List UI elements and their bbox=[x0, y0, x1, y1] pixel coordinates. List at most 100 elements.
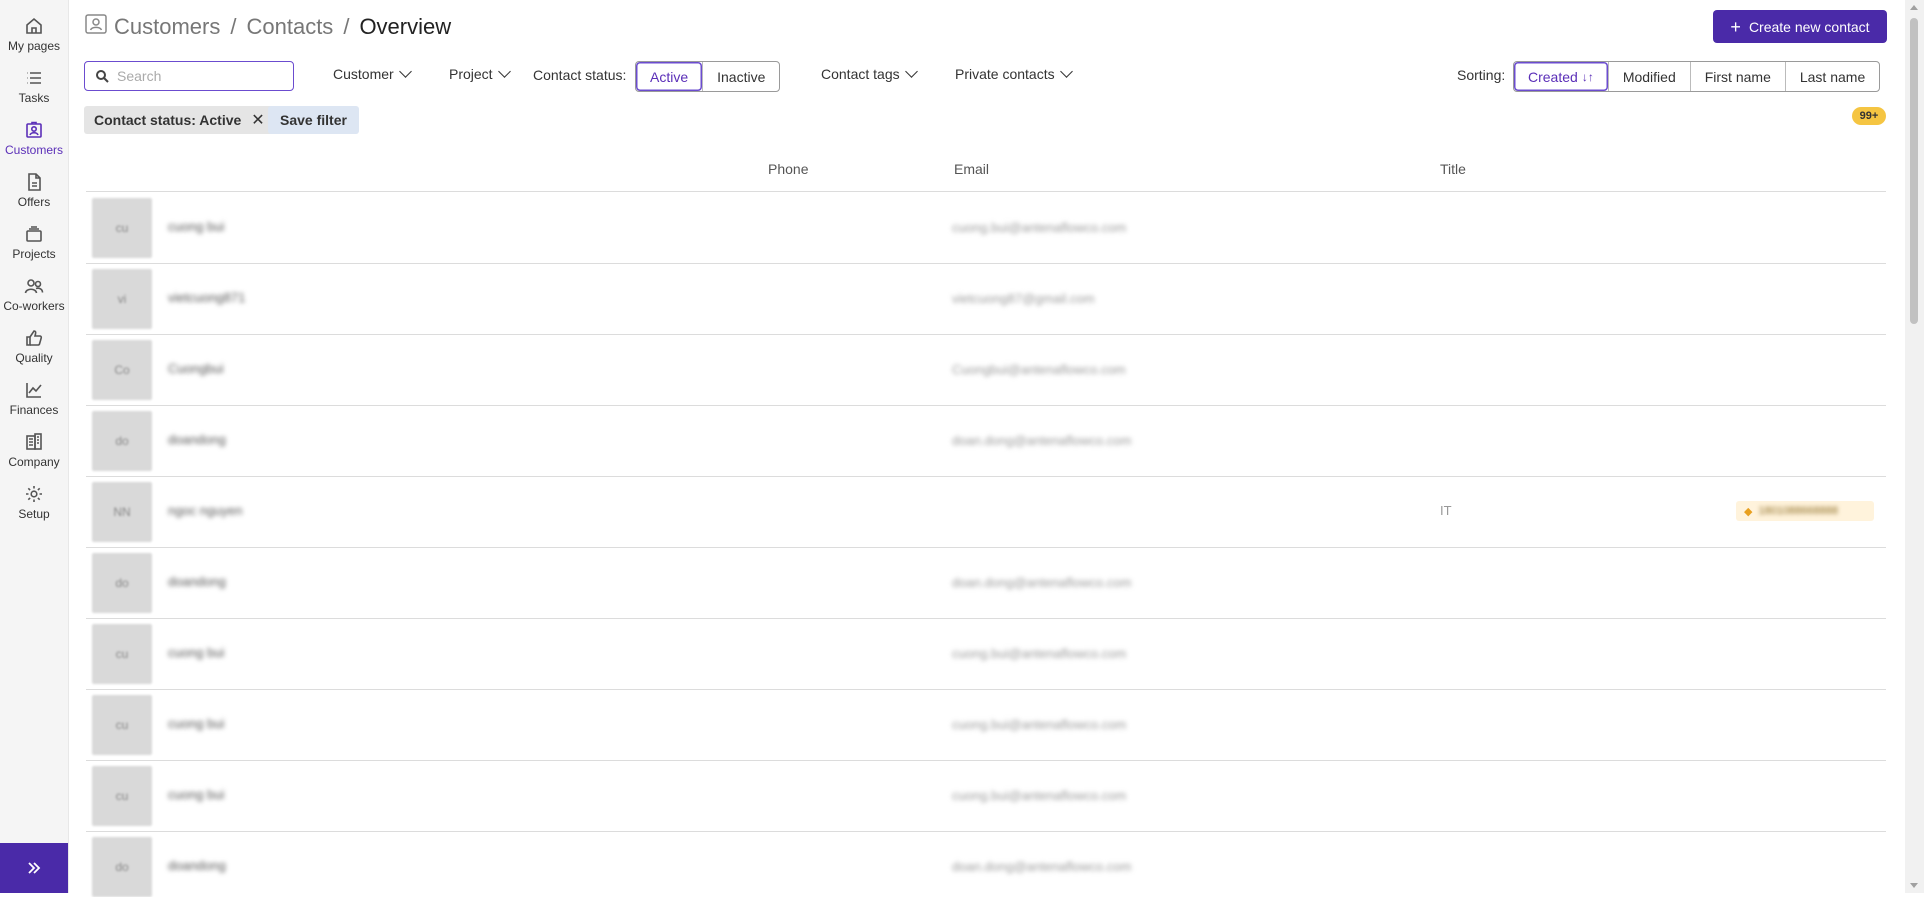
avatar: vi bbox=[92, 269, 152, 329]
page-title: Overview bbox=[359, 14, 452, 39]
sidebar-item-projects[interactable]: Projects bbox=[0, 220, 68, 272]
contact-tags-dropdown[interactable]: Contact tags bbox=[821, 65, 918, 82]
status-inactive-option[interactable]: Inactive bbox=[702, 62, 779, 91]
table-row[interactable]: do doandong doan.dong@antenaflowco.com bbox=[86, 831, 1886, 897]
sort-created-label: Created bbox=[1528, 68, 1578, 85]
contact-email: doan.dong@antenaflowco.com bbox=[952, 575, 1132, 590]
table-row[interactable]: cu cuong bui cuong.bui@antenaflowco.com bbox=[86, 689, 1886, 761]
column-header-title[interactable]: Title bbox=[1440, 161, 1466, 177]
scroll-up-arrow[interactable] bbox=[1910, 5, 1918, 10]
contact-name[interactable]: doandong bbox=[168, 858, 226, 873]
sidebar-item-company[interactable]: Company bbox=[0, 428, 68, 480]
line-chart-icon bbox=[24, 380, 44, 400]
sort-created-option[interactable]: Created ↓↑ bbox=[1514, 62, 1608, 91]
column-header-phone[interactable]: Phone bbox=[768, 161, 808, 177]
contact-tag-label: 1801088668888 bbox=[1758, 505, 1838, 517]
sidebar-item-customers[interactable]: Customers bbox=[0, 116, 68, 168]
breadcrumb-separator: / bbox=[343, 14, 350, 39]
create-new-contact-button[interactable]: + Create new contact bbox=[1713, 10, 1887, 43]
contact-email: cuong.bui@antenaflowco.com bbox=[952, 220, 1127, 235]
list-icon bbox=[24, 68, 44, 88]
close-icon[interactable]: ✕ bbox=[251, 110, 264, 130]
contact-name[interactable]: cuong bui bbox=[168, 787, 224, 802]
table-row[interactable]: NN ngoc nguyen IT ◆ 1801088668888 bbox=[86, 476, 1886, 548]
sidebar: My pages Tasks Customers Offers Projects… bbox=[0, 0, 69, 893]
sidebar-item-label: Customers bbox=[4, 143, 63, 157]
contact-email: doan.dong@antenaflowco.com bbox=[952, 433, 1132, 448]
sidebar-item-label: My pages bbox=[7, 39, 61, 53]
project-filter-dropdown[interactable]: Project bbox=[449, 65, 511, 82]
sidebar-item-quality[interactable]: Quality bbox=[0, 324, 68, 376]
save-filter-button[interactable]: Save filter bbox=[268, 106, 359, 134]
sorting-toggle: Created ↓↑ Modified First name Last name bbox=[1513, 61, 1881, 92]
private-contacts-dropdown[interactable]: Private contacts bbox=[955, 65, 1073, 82]
avatar: cu bbox=[92, 766, 152, 826]
table-row[interactable]: Co Cuongbui Cuongbui@antenaflowco.com bbox=[86, 334, 1886, 406]
chevron-down-icon bbox=[1059, 65, 1073, 78]
contact-status-toggle: Active Inactive bbox=[635, 61, 781, 92]
avatar: do bbox=[92, 411, 152, 471]
sidebar-item-offers[interactable]: Offers bbox=[0, 168, 68, 220]
contact-email: vietcuong87@gmail.com bbox=[952, 291, 1095, 306]
gear-icon bbox=[24, 484, 44, 504]
create-new-contact-label: Create new contact bbox=[1748, 18, 1870, 35]
private-contacts-label: Private contacts bbox=[955, 66, 1055, 82]
sidebar-item-label: Offers bbox=[17, 195, 51, 209]
table-row[interactable]: cu cuong bui cuong.bui@antenaflowco.com bbox=[86, 192, 1886, 264]
sidebar-item-label: Quality bbox=[15, 351, 53, 365]
contact-name[interactable]: vietcuong871 bbox=[168, 290, 245, 305]
vertical-scrollbar[interactable] bbox=[1905, 0, 1924, 893]
contact-name[interactable]: doandong bbox=[168, 432, 226, 447]
search-input[interactable] bbox=[115, 67, 289, 85]
home-icon bbox=[24, 16, 44, 36]
contact-name[interactable]: cuong bui bbox=[168, 645, 224, 660]
contact-card-icon bbox=[24, 120, 44, 140]
active-filter-chip: Contact status: Active ✕ bbox=[84, 106, 275, 134]
double-chevron-right-icon bbox=[28, 862, 41, 874]
status-active-option[interactable]: Active bbox=[636, 62, 702, 91]
scroll-down-arrow[interactable] bbox=[1910, 883, 1918, 888]
document-icon bbox=[24, 172, 44, 192]
avatar: NN bbox=[92, 482, 152, 542]
scrollbar-thumb[interactable] bbox=[1910, 18, 1918, 324]
contact-status-label: Contact status: bbox=[533, 67, 627, 83]
contact-name[interactable]: cuong bui bbox=[168, 219, 224, 234]
sidebar-item-my-pages[interactable]: My pages bbox=[0, 12, 68, 64]
contact-name[interactable]: Cuongbui bbox=[168, 361, 224, 376]
sidebar-item-tasks[interactable]: Tasks bbox=[0, 64, 68, 116]
table-row[interactable]: do doandong doan.dong@antenaflowco.com bbox=[86, 547, 1886, 619]
breadcrumb-contacts[interactable]: Contacts bbox=[246, 14, 333, 40]
sort-modified-option[interactable]: Modified bbox=[1607, 62, 1690, 91]
contact-name[interactable]: doandong bbox=[168, 574, 226, 589]
people-icon bbox=[24, 276, 44, 296]
search-icon bbox=[96, 70, 109, 83]
plus-icon: + bbox=[1730, 16, 1741, 37]
thumbs-up-icon bbox=[24, 328, 44, 348]
table-row[interactable]: cu cuong bui cuong.bui@antenaflowco.com bbox=[86, 618, 1886, 690]
project-filter-label: Project bbox=[449, 66, 493, 82]
expand-sidebar-button[interactable] bbox=[0, 843, 68, 893]
active-filter-chip-label: Contact status: Active bbox=[94, 112, 242, 128]
sort-first-name-option[interactable]: First name bbox=[1689, 62, 1785, 91]
sort-direction-icon: ↓↑ bbox=[1581, 69, 1594, 84]
customer-filter-dropdown[interactable]: Customer bbox=[333, 65, 412, 82]
table-row[interactable]: cu cuong bui cuong.bui@antenaflowco.com bbox=[86, 760, 1886, 832]
avatar: do bbox=[92, 553, 152, 613]
sort-last-name-option[interactable]: Last name bbox=[1784, 62, 1879, 91]
sidebar-item-label: Tasks bbox=[18, 91, 50, 105]
contact-name[interactable]: cuong bui bbox=[168, 716, 224, 731]
sidebar-item-co-workers[interactable]: Co-workers bbox=[0, 272, 68, 324]
contact-name[interactable]: ngoc nguyen bbox=[168, 503, 242, 518]
sidebar-item-setup[interactable]: Setup bbox=[0, 480, 68, 532]
breadcrumb-customers[interactable]: Customers bbox=[114, 14, 220, 40]
sidebar-item-label: Setup bbox=[18, 507, 50, 521]
breadcrumb: Customers / Contacts / Overview bbox=[84, 12, 451, 42]
table-row[interactable]: do doandong doan.dong@antenaflowco.com bbox=[86, 405, 1886, 477]
contact-email: doan.dong@antenaflowco.com bbox=[952, 859, 1132, 874]
contact-email: cuong.bui@antenaflowco.com bbox=[952, 646, 1127, 661]
sidebar-item-finances[interactable]: Finances bbox=[0, 376, 68, 428]
contact-card-icon bbox=[84, 12, 108, 42]
column-header-email[interactable]: Email bbox=[954, 161, 989, 177]
table-row[interactable]: vi vietcuong871 vietcuong87@gmail.com bbox=[86, 263, 1886, 335]
search-box bbox=[84, 61, 294, 91]
